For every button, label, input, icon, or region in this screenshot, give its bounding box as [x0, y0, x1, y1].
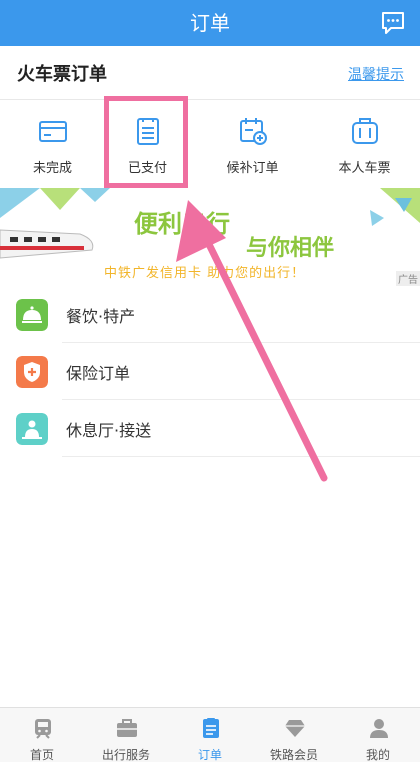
- train-icon: [35, 719, 51, 739]
- nav-label: 首页: [29, 748, 54, 762]
- ad-tag: 广告: [396, 271, 420, 286]
- food-bell-icon: [16, 299, 48, 331]
- nav-label: 铁路会员: [269, 748, 318, 762]
- tab-unfinished[interactable]: 未完成: [0, 100, 105, 188]
- calendar-add-icon: [240, 118, 267, 145]
- nav-label: 出行服务: [101, 748, 150, 762]
- menu-item-label: 休息厅·接送: [66, 421, 152, 440]
- lounge-icon: [16, 413, 48, 445]
- bottom-nav: 首页 出行服务 订单 铁路会员 我的: [0, 707, 420, 762]
- banner-tagline: 中铁广发信用卡 助力您的出行！: [104, 266, 306, 281]
- order-list-icon: [203, 718, 219, 738]
- top-bar: 订单: [0, 0, 420, 46]
- nav-travel-services[interactable]: 出行服务: [84, 708, 168, 762]
- nav-label: 订单: [197, 748, 222, 762]
- nav-railway-member[interactable]: 铁路会员: [252, 708, 336, 762]
- shield-plus-icon: [16, 356, 48, 388]
- tab-waitlist[interactable]: 候补订单: [200, 100, 305, 188]
- tab-own-tickets[interactable]: 本人车票: [312, 100, 417, 188]
- nav-home[interactable]: 首页: [0, 708, 84, 762]
- order-tabs: 未完成 已支付 候补订单 本人车票: [0, 100, 420, 188]
- tab-label: 未完成: [32, 161, 72, 176]
- ad-banner[interactable]: 便利出行 与你相伴 中铁广发信用卡 助力您的出行！ 广告: [0, 188, 420, 286]
- section-header: 火车票订单 温馨提示: [0, 46, 420, 100]
- suitcase-icon: [352, 118, 378, 144]
- banner-headline: 便利出行: [134, 210, 230, 238]
- menu-item-label: 保险订单: [66, 364, 131, 383]
- nav-mine[interactable]: 我的: [336, 708, 420, 762]
- menu-item-insurance[interactable]: 保险订单: [16, 343, 420, 400]
- diamond-icon: [285, 720, 305, 737]
- menu-item-lounge[interactable]: 休息厅·接送: [16, 400, 420, 457]
- chat-bubble-icon[interactable]: [380, 10, 406, 36]
- card-icon: [39, 121, 67, 142]
- banner-subheadline: 与你相伴: [246, 236, 335, 261]
- menu-item-label: 餐饮·特产: [66, 307, 136, 326]
- service-menu: 餐饮·特产 保险订单 休息厅·接送: [0, 286, 420, 457]
- tab-label: 候补订单: [226, 161, 279, 176]
- section-title: 火车票订单: [17, 64, 107, 85]
- tab-label: 本人车票: [338, 161, 391, 176]
- nav-orders[interactable]: 订单: [168, 708, 252, 762]
- nav-label: 我的: [365, 748, 390, 762]
- briefcase-icon: [117, 719, 137, 737]
- page-title: 订单: [190, 11, 230, 35]
- tips-link[interactable]: 温馨提示: [348, 64, 404, 84]
- person-icon: [370, 719, 388, 738]
- menu-item-food[interactable]: 餐饮·特产: [16, 286, 420, 343]
- highlight-box: [104, 96, 188, 188]
